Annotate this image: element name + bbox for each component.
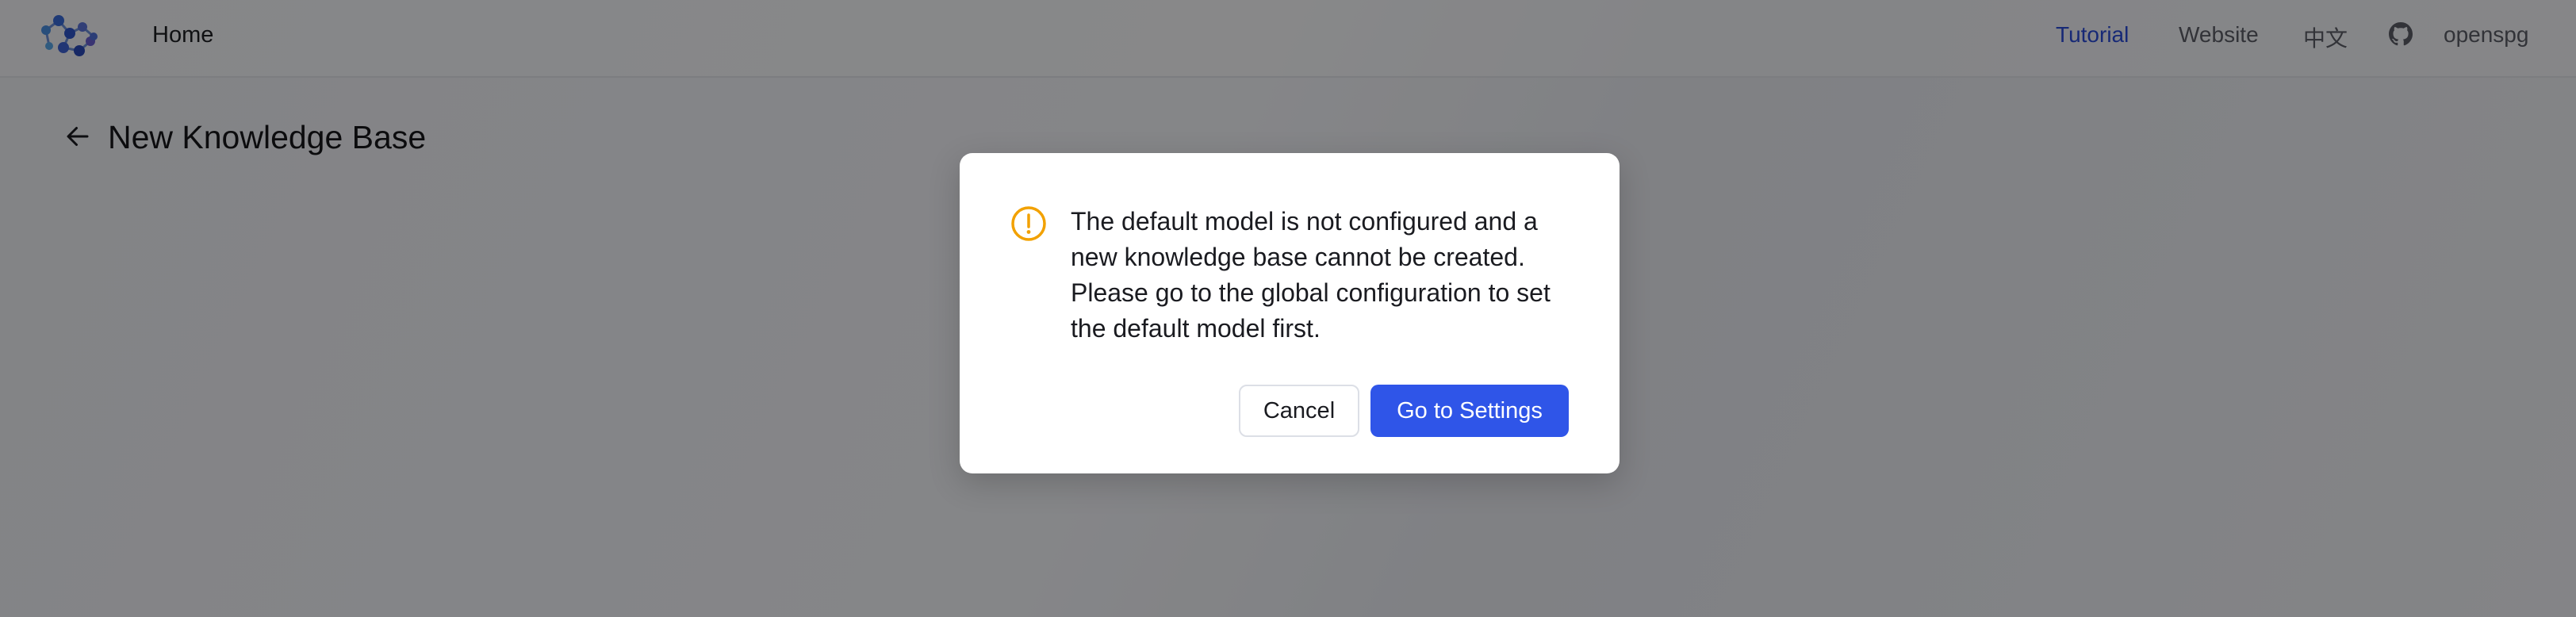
warning-circle-icon [1011, 206, 1046, 241]
go-to-settings-button[interactable]: Go to Settings [1370, 385, 1569, 437]
cancel-button[interactable]: Cancel [1239, 385, 1359, 437]
dialog-message: The default model is not configured and … [1071, 207, 1551, 343]
confirm-dialog: The default model is not configured and … [960, 153, 1620, 473]
